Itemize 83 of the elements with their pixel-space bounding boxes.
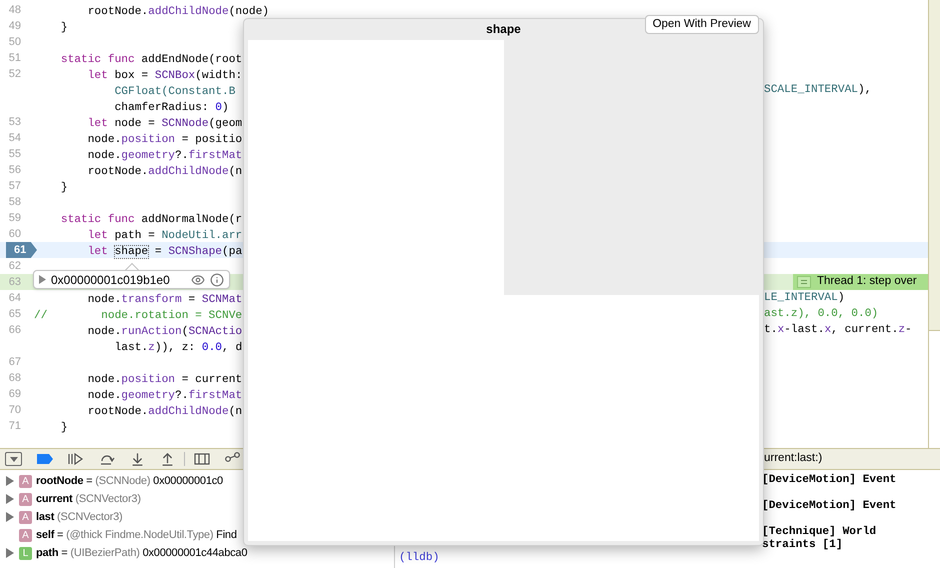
code-line: rootNode.addChildNode(node) [86,6,270,18]
variable-label: path = (UIBezierPath) 0x00000001c44abca0 [36,546,248,561]
line-number: 52 [8,66,22,82]
continue-icon[interactable] [68,452,84,466]
code-line: node.position = current [86,374,242,386]
line-number: 71 [8,418,22,434]
variable-label: current (SCNVector3) [36,492,141,507]
line-number: 49 [8,18,22,34]
code-line: SCALE_INTERVAL), [764,82,872,98]
variable-label: rootNode = (SCNNode) 0x00000001c0 [36,474,223,489]
code-line: LE_INTERVAL) [764,290,845,306]
open-with-preview-button[interactable]: Open With Preview [644,15,759,34]
step-out-icon[interactable] [160,452,175,466]
code-line: } [60,22,68,34]
window-title: shape [486,20,521,38]
info-icon[interactable] [210,272,224,286]
line-number: 68 [8,370,22,386]
line-number: 65 [8,306,22,322]
line-number: 66 [8,322,22,338]
console-output: [Technique] World [762,526,876,538]
line-number: 63 [8,274,22,290]
code-line: node.transform = SCNMat [86,294,242,306]
line-number: 60 [8,226,22,242]
code-line: ast.z), 0.0, 0.0) [764,306,878,322]
lines-icon [797,276,811,288]
line-number: 50 [8,34,22,50]
variable-kind-badge: A [19,510,32,524]
code-line: last.z)), z: 0.0, d [114,342,242,354]
code-line: node.position = positio [86,134,242,146]
breakpoint-icon[interactable] [37,454,53,464]
code-line: let node = SCNNode(geom [86,118,242,130]
line-number: 55 [8,146,22,162]
expand-arrow-icon[interactable] [6,476,14,486]
line-number: 58 [8,194,22,210]
line-number: 57 [8,178,22,194]
thread-indicator[interactable]: Thread 1: step over [793,274,928,290]
console-output: [DeviceMotion] Event [762,474,896,486]
line-number: 64 [8,290,22,306]
code-line: static func addNormalNode(r [60,214,242,226]
code-line: // node.rotation = SCNVe [34,310,242,322]
expand-arrow-icon[interactable] [6,548,14,558]
variable-kind-badge: A [19,492,32,506]
console-output: straints [1] [762,539,843,551]
code-line: CGFloat(Constant.B [114,86,236,98]
line-number: 48 [8,2,22,18]
expand-arrow-icon[interactable] [6,512,14,522]
line-number: 67 [8,354,22,370]
code-line: } [60,182,68,194]
code-line: let box = SCNBox(width: [86,70,242,82]
code-line: node.geometry?.firstMat [86,390,242,402]
value-text: 0x00000001c019b1e0 [51,272,170,288]
code-line: let path = NodeUtil.arr [86,230,242,242]
step-into-icon[interactable] [130,452,145,466]
code-line: } [60,422,68,434]
code-line: node.geometry?.firstMat [86,150,242,162]
hide-panel-icon[interactable] [5,452,22,466]
line-number: 54 [8,130,22,146]
line-number: 53 [8,114,22,130]
console-prompt: (lldb) [399,552,440,564]
line-number: 56 [8,162,22,178]
line-number: 69 [8,386,22,402]
variable-kind-badge: L [19,546,32,560]
breadcrumb: urrent:last:) [763,451,824,466]
code-line: static func addEndNode(root [60,54,242,66]
variable-label: last (SCNVector3) [36,510,122,525]
variable-kind-badge: A [19,474,32,488]
line-number: 70 [8,402,22,418]
line-number: 51 [8,50,22,66]
code-line: let shape = SCNShape(pa [86,246,242,258]
variable-kind-badge: A [19,528,32,542]
code-line: node.runAction(SCNActio [86,326,242,338]
expand-arrow-icon[interactable] [6,494,14,504]
code-line: rootNode.addChildNode(n [86,166,242,178]
line-number: 59 [8,210,22,226]
eye-icon[interactable] [191,272,205,286]
code-line: t.x-last.x, current.z- [764,322,912,338]
code-line: chamferRadius: 0) [114,102,229,114]
expand-arrow-icon[interactable] [39,275,46,284]
variable-label: self = (@thick Findme.NodeUtil.Type) Find [36,528,237,543]
line-number: 62 [8,258,22,274]
console-output: [DeviceMotion] Event [762,500,896,512]
code-line: rootNode.addChildNode(n [86,406,242,418]
view-hierarchy-icon[interactable] [194,452,210,466]
